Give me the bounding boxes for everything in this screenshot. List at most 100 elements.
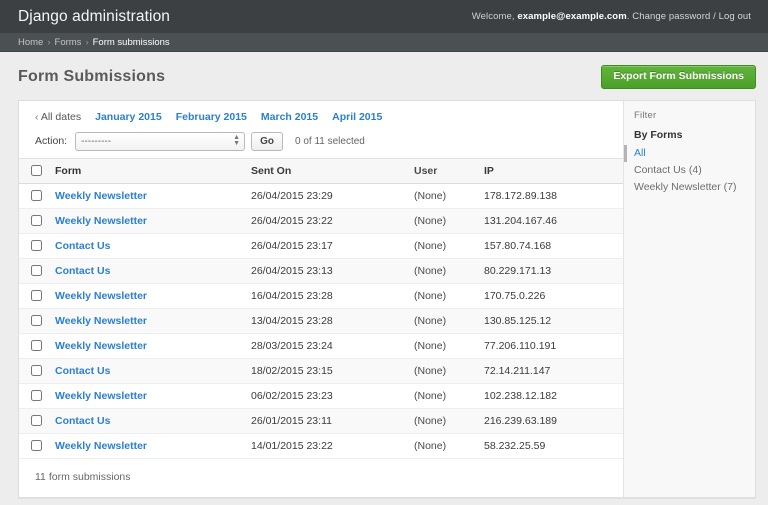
page-title: Form Submissions bbox=[18, 67, 166, 85]
result-count: 11 form submissions bbox=[35, 470, 131, 483]
all-dates-label[interactable]: ‹ All dates bbox=[35, 111, 81, 123]
date-link-february[interactable]: February 2015 bbox=[176, 111, 247, 123]
cell-sent-on: 06/02/2015 23:23 bbox=[241, 383, 404, 409]
form-link[interactable]: Weekly Newsletter bbox=[55, 290, 147, 302]
breadcrumb-current: Form submissions bbox=[92, 36, 170, 48]
go-button[interactable]: Go bbox=[251, 131, 283, 151]
export-form-submissions-button[interactable]: Export Form Submissions bbox=[601, 65, 756, 89]
table-row: Weekly Newsletter 14/01/2015 23:22 (None) 5… bbox=[19, 433, 623, 459]
breadcrumb-separator-icon: › bbox=[85, 36, 89, 48]
row-select-checkbox[interactable] bbox=[31, 390, 42, 402]
column-header-user[interactable]: User bbox=[404, 157, 474, 184]
breadcrumb-home[interactable]: Home bbox=[18, 37, 43, 48]
table-row: Contact Us 26/01/2015 23:11 (None) 216.239.… bbox=[19, 408, 623, 434]
cell-ip: 131.204.167.46 bbox=[474, 208, 623, 234]
results-table-head: Form Sent On User IP bbox=[19, 157, 623, 184]
filter-item: Weekly Newsletter (7) bbox=[624, 179, 755, 196]
row-select-checkbox[interactable] bbox=[31, 190, 42, 202]
cell-sent-on: 26/04/2015 23:29 bbox=[241, 183, 404, 209]
cell-sent-on: 26/04/2015 23:17 bbox=[241, 233, 404, 259]
filter-link[interactable]: All bbox=[634, 147, 646, 159]
form-link[interactable]: Weekly Newsletter bbox=[55, 190, 147, 202]
form-link[interactable]: Contact Us bbox=[55, 365, 110, 377]
table-row: Weekly Newsletter 26/04/2015 23:22 (None) 1… bbox=[19, 208, 623, 234]
filter-link[interactable]: Contact Us (4) bbox=[634, 164, 702, 176]
cell-form: Weekly Newsletter bbox=[45, 333, 241, 359]
form-link[interactable]: Contact Us bbox=[55, 415, 110, 427]
cell-user: (None) bbox=[404, 333, 474, 359]
row-select-cell bbox=[19, 208, 45, 234]
cell-user: (None) bbox=[404, 258, 474, 284]
table-row: Contact Us 26/04/2015 23:17 (None) 157.80.7… bbox=[19, 233, 623, 259]
row-select-checkbox[interactable] bbox=[31, 365, 42, 377]
row-select-checkbox[interactable] bbox=[31, 265, 42, 277]
cell-user: (None) bbox=[404, 408, 474, 434]
row-select-checkbox[interactable] bbox=[31, 415, 42, 427]
row-select-cell bbox=[19, 308, 45, 334]
cell-user: (None) bbox=[404, 208, 474, 234]
change-password-link[interactable]: Change password bbox=[632, 11, 710, 22]
column-header-sent-on[interactable]: Sent On bbox=[241, 157, 404, 184]
cell-ip: 58.232.25.59 bbox=[474, 433, 623, 459]
date-link-january[interactable]: January 2015 bbox=[95, 111, 162, 123]
cell-form: Weekly Newsletter bbox=[45, 183, 241, 209]
table-row: Contact Us 18/02/2015 23:15 (None) 72.14.21… bbox=[19, 358, 623, 384]
row-select-cell bbox=[19, 258, 45, 284]
breadcrumb-forms[interactable]: Forms bbox=[55, 37, 82, 48]
row-select-cell bbox=[19, 333, 45, 359]
date-link-march[interactable]: March 2015 bbox=[261, 111, 318, 123]
row-select-cell bbox=[19, 283, 45, 309]
row-select-checkbox[interactable] bbox=[31, 290, 42, 302]
table-header-row: Form Sent On User IP bbox=[19, 157, 623, 184]
select-all-checkbox[interactable] bbox=[31, 165, 42, 177]
current-username: example@example.com bbox=[517, 11, 627, 22]
breadcrumb-separator-icon: › bbox=[47, 36, 51, 48]
column-header-form[interactable]: Form bbox=[45, 157, 241, 184]
user-tools-separator: / bbox=[713, 11, 716, 22]
filter-group-by-forms: By Forms bbox=[634, 128, 683, 141]
cell-user: (None) bbox=[404, 308, 474, 334]
cell-form: Contact Us bbox=[45, 258, 241, 284]
row-select-checkbox[interactable] bbox=[31, 315, 42, 327]
results-table-body: Weekly Newsletter 26/04/2015 23:29 (None) 1… bbox=[19, 183, 623, 459]
form-link[interactable]: Weekly Newsletter bbox=[55, 440, 147, 452]
cell-user: (None) bbox=[404, 383, 474, 409]
logout-link[interactable]: Log out bbox=[719, 11, 751, 22]
cell-ip: 80.229.171.13 bbox=[474, 258, 623, 284]
form-link[interactable]: Weekly Newsletter bbox=[55, 340, 147, 352]
table-row: Weekly Newsletter 16/04/2015 23:28 (None) 1… bbox=[19, 283, 623, 309]
filter-sidebar: Filter By Forms All Contact Us (4) Weekly … bbox=[623, 100, 755, 497]
cell-sent-on: 18/02/2015 23:15 bbox=[241, 358, 404, 384]
cell-ip: 77.206.110.191 bbox=[474, 333, 623, 359]
form-link[interactable]: Weekly Newsletter bbox=[55, 315, 147, 327]
cell-ip: 216.239.63.189 bbox=[474, 408, 623, 434]
cell-sent-on: 26/01/2015 23:11 bbox=[241, 408, 404, 434]
filter-link[interactable]: Weekly Newsletter (7) bbox=[634, 181, 737, 193]
column-header-ip[interactable]: IP bbox=[474, 157, 623, 184]
row-select-checkbox[interactable] bbox=[31, 440, 42, 452]
actions-bar: Action: --------- ▲ ▼ Go 0 of 11 selected bbox=[19, 126, 623, 158]
filter-item: All bbox=[624, 144, 755, 162]
form-link[interactable]: Weekly Newsletter bbox=[55, 215, 147, 227]
changelist-panel: ‹ All dates January 2015 February 2015 Marc… bbox=[18, 99, 756, 499]
cell-ip: 102.238.12.182 bbox=[474, 383, 623, 409]
content-header: Form Submissions Export Form Submissions bbox=[0, 52, 768, 100]
form-link[interactable]: Contact Us bbox=[55, 265, 110, 277]
row-select-checkbox[interactable] bbox=[31, 340, 42, 352]
row-select-cell bbox=[19, 183, 45, 209]
table-row: Weekly Newsletter 26/04/2015 23:29 (None) 1… bbox=[19, 183, 623, 209]
cell-ip: 170.75.0.226 bbox=[474, 283, 623, 309]
cell-form: Weekly Newsletter bbox=[45, 308, 241, 334]
form-link[interactable]: Contact Us bbox=[55, 240, 110, 252]
cell-sent-on: 16/04/2015 23:28 bbox=[241, 283, 404, 309]
row-select-cell bbox=[19, 233, 45, 259]
form-link[interactable]: Weekly Newsletter bbox=[55, 390, 147, 402]
date-link-april[interactable]: April 2015 bbox=[332, 111, 382, 123]
row-select-checkbox[interactable] bbox=[31, 215, 42, 227]
row-select-cell bbox=[19, 433, 45, 459]
action-select[interactable]: --------- bbox=[75, 131, 246, 151]
results-table: Form Sent On User IP Weekly Newsletter 26… bbox=[19, 157, 623, 459]
row-select-checkbox[interactable] bbox=[31, 240, 42, 252]
user-tools: Welcome, example@example.com. Change pas… bbox=[472, 11, 751, 22]
back-chevron-icon: ‹ bbox=[35, 110, 39, 123]
